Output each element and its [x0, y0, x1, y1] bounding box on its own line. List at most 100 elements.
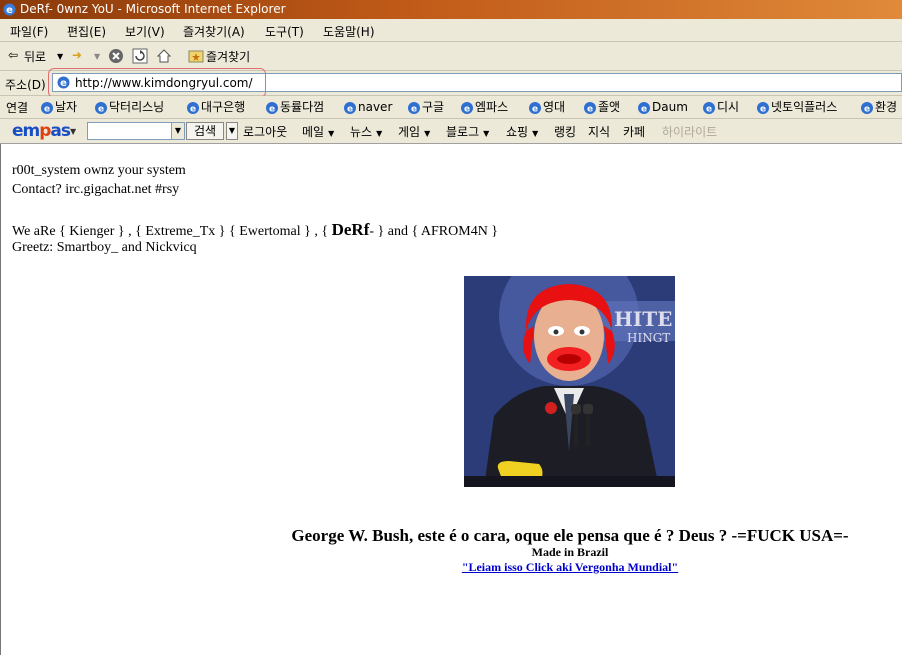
empas-menu-cafe[interactable]: 카페 [623, 123, 645, 140]
refresh-icon[interactable] [132, 48, 148, 64]
link-ie-icon: e [344, 101, 356, 114]
link-label: 동률다껌 [280, 100, 325, 114]
title-bar: e DeRf- 0wnz YoU - Microsoft Internet Ex… [0, 0, 902, 19]
svg-text:e: e [587, 104, 593, 114]
empas-menu-label: 게임 [398, 125, 421, 139]
empas-menu-logout[interactable]: 로그아웃 [243, 123, 287, 140]
link-ie-icon: e [638, 101, 650, 114]
menu-file[interactable]: 파일(F) [10, 23, 48, 40]
favorites-icon[interactable] [188, 48, 204, 64]
page-link[interactable]: "Leiam isso Click aki Vergonha Mundial" [119, 560, 902, 575]
chevron-down-icon: ▼ [328, 129, 335, 138]
svg-text:e: e [641, 104, 647, 114]
svg-text:e: e [760, 104, 766, 114]
crew-text: - } and { AFROM4N } [369, 224, 499, 239]
link-label: Daum [652, 100, 688, 114]
empas-menu-label: 메일 [302, 125, 325, 139]
empas-menu-label: 뉴스 [350, 125, 373, 139]
link-ie-icon: e [584, 101, 596, 114]
empas-menu-shopping[interactable]: 쇼핑 ▼ [506, 123, 538, 140]
crew-line: We aRe { Kienger } , { Extreme_Tx } { Ew… [12, 220, 498, 240]
empas-search-input[interactable]: ▼ [87, 122, 185, 140]
menu-bar: 파일(F) 편집(E) 보기(V) 즐겨찾기(A) 도구(T) 도움말(H) [0, 19, 902, 42]
link-item[interactable]: e 환경 [860, 98, 897, 116]
link-ie-icon: e [187, 101, 199, 114]
made-in-brazil: Made in Brazil [531, 545, 609, 559]
link-item[interactable]: e naver [343, 98, 392, 116]
link-item[interactable]: e 엠파스 [460, 98, 508, 116]
links-bar: 연결 e 날자 e 닥터리스닝 e 대구은행 e 동률다껌 e naver e 구글 e 엠파… [0, 96, 902, 119]
svg-text:e: e [347, 104, 353, 114]
menu-help[interactable]: 도움말(H) [323, 23, 375, 40]
svg-text:e: e [411, 104, 417, 114]
chevron-down-icon: ▼ [424, 129, 431, 138]
empas-menu-blog[interactable]: 블로그 ▼ [446, 123, 489, 140]
link-item[interactable]: e 구글 [407, 98, 444, 116]
stop-icon[interactable] [108, 48, 124, 64]
link-ie-icon: e [757, 101, 769, 114]
crew-text: We aRe { Kienger } , { Extreme_Tx } { Ew… [12, 224, 332, 239]
back-dropdown-icon[interactable]: ▼ [57, 52, 63, 61]
link-label: 졸앳 [598, 100, 621, 114]
link-item[interactable]: e 대구은행 [186, 98, 245, 116]
svg-text:e: e [98, 104, 104, 114]
svg-text:e: e [532, 104, 538, 114]
link-ie-icon: e [408, 101, 420, 114]
link-item[interactable]: e 동률다껌 [265, 98, 324, 116]
link-ie-icon: e [861, 101, 873, 114]
link-ie-icon: e [95, 101, 107, 114]
empas-dropdown-icon[interactable]: ▼ [70, 127, 76, 136]
link-item[interactable]: e 디시 [702, 98, 739, 116]
empas-menu-mail[interactable]: 메일 ▼ [302, 123, 334, 140]
link-item[interactable]: e 넷토익플러스 [756, 98, 837, 116]
ie-logo-icon: e [3, 3, 16, 16]
page-text-line: Contact? irc.gigachat.net #rsy [12, 182, 180, 197]
empas-search-button[interactable]: 검색 [186, 122, 224, 140]
page-caption: George W. Bush, este é o cara, oque ele … [291, 526, 849, 545]
svg-text:HITE: HITE [614, 307, 672, 331]
link-label: 영대 [543, 100, 566, 114]
link-label: 환경 [875, 100, 898, 114]
link-item[interactable]: e 영대 [528, 98, 565, 116]
link-item[interactable]: e Daum [637, 98, 688, 116]
chevron-down-icon: ▼ [376, 129, 383, 138]
menu-favorites[interactable]: 즐겨찾기(A) [183, 23, 245, 40]
link-ie-icon: e [529, 101, 541, 114]
page-content: r00t_system ownz your system Contact? ir… [0, 144, 902, 655]
page-text-line: r00t_system ownz your system [12, 163, 186, 178]
link-label: 디시 [717, 100, 740, 114]
menu-edit[interactable]: 편집(E) [67, 23, 106, 40]
empas-highlight-button[interactable]: 하이라이트 [662, 123, 717, 140]
forward-arrow-icon[interactable]: ➜ [72, 48, 82, 62]
link-label: 날자 [55, 100, 78, 114]
empas-menu-knowledge[interactable]: 지식 [588, 123, 610, 140]
empas-menu-ranking[interactable]: 랭킹 [554, 123, 576, 140]
back-button[interactable]: 뒤로 [24, 48, 46, 65]
search-button-dropdown-icon[interactable]: ▼ [226, 122, 238, 140]
link-item[interactable]: e 닥터리스닝 [94, 98, 164, 116]
menu-tools[interactable]: 도구(T) [265, 23, 304, 40]
empas-logo[interactable]: empas [12, 121, 71, 141]
link-label: naver [358, 100, 393, 114]
empas-menu-label: 쇼핑 [506, 125, 529, 139]
link-label: 엠파스 [475, 100, 509, 114]
search-dropdown-icon[interactable]: ▼ [171, 123, 184, 139]
link-item[interactable]: e 날자 [40, 98, 77, 116]
empas-menu-news[interactable]: 뉴스 ▼ [350, 123, 382, 140]
svg-text:HINGT: HINGT [627, 331, 670, 345]
home-icon[interactable] [156, 48, 172, 64]
menu-view[interactable]: 보기(V) [125, 23, 165, 40]
empas-menu-game[interactable]: 게임 ▼ [398, 123, 430, 140]
link-ie-icon: e [266, 101, 278, 114]
empas-menu-label: 블로그 [446, 125, 480, 139]
svg-text:e: e [864, 104, 870, 114]
chevron-down-icon: ▼ [483, 129, 490, 138]
link-item[interactable]: e 졸앳 [583, 98, 620, 116]
svg-text:e: e [464, 104, 470, 114]
window-title: DeRf- 0wnz YoU - Microsoft Internet Expl… [20, 2, 286, 16]
favorites-button[interactable]: 즐겨찾기 [206, 48, 250, 65]
svg-text:e: e [269, 104, 275, 114]
back-arrow-icon[interactable]: ⇦ [8, 48, 18, 62]
svg-text:e: e [6, 5, 13, 16]
forward-dropdown-icon[interactable]: ▼ [94, 52, 100, 61]
